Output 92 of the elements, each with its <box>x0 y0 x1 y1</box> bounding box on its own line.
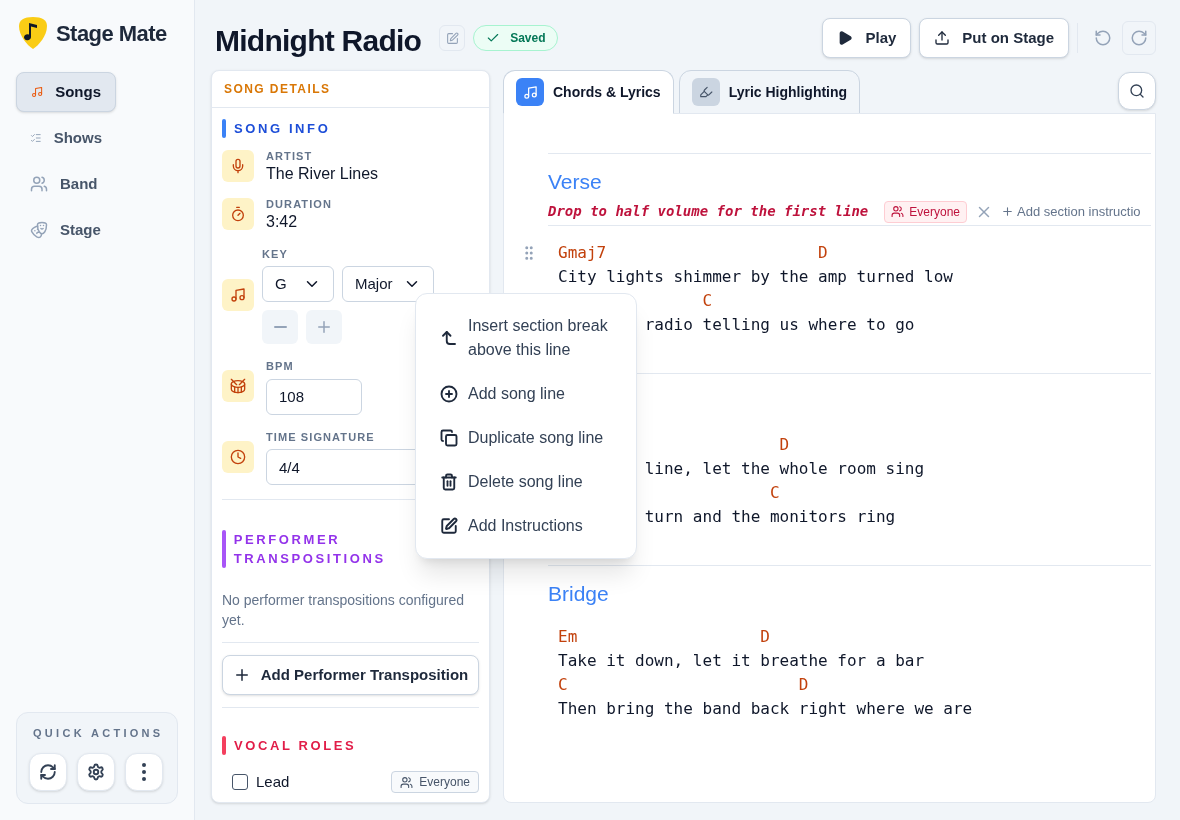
plus-icon <box>315 318 333 336</box>
search-button[interactable] <box>1118 72 1156 110</box>
search-icon <box>1129 83 1145 99</box>
minus-icon <box>273 326 287 328</box>
add-transposition-button[interactable]: Add Performer Transposition <box>222 655 479 695</box>
field-label: DURATION <box>266 197 333 212</box>
transpose-down-button[interactable] <box>262 310 298 344</box>
lyric-line: turn and the monitors ring <box>644 506 896 528</box>
section-heading: Bridge <box>548 581 609 607</box>
people-icon <box>400 775 414 789</box>
section-title: PERFORMER TRANSPOSITIONS <box>233 531 387 568</box>
add-section-instruction-link[interactable]: Add section instructio <box>1001 201 1141 222</box>
song-title: Midnight Radio <box>215 22 422 59</box>
menu-item[interactable]: Add song line <box>440 374 612 414</box>
stopwatch-icon <box>230 205 246 222</box>
section-title: SONG INFO <box>234 120 331 138</box>
settings-button[interactable] <box>77 753 115 791</box>
chord-line: C <box>702 290 713 312</box>
menu-item[interactable]: Add Instructions <box>440 506 612 546</box>
accent-bar <box>222 530 226 568</box>
settings-icon <box>87 763 105 781</box>
app-name: Stage Mate <box>56 19 167 48</box>
refresh-icon <box>39 763 57 781</box>
refresh-button[interactable] <box>29 753 67 791</box>
clock-icon <box>230 448 246 465</box>
put-on-stage-button[interactable]: Put on Stage <box>919 18 1069 58</box>
checkbox[interactable] <box>232 774 248 791</box>
key-select[interactable]: G <box>262 266 334 302</box>
plus-circle-icon <box>440 385 458 403</box>
copy-icon <box>440 429 458 447</box>
chord-line: C D <box>558 674 809 696</box>
card-title: SONG DETAILS <box>224 81 331 98</box>
tab[interactable]: Chords & Lyrics <box>503 70 674 114</box>
section-heading: Verse <box>548 169 602 195</box>
field-value: 3:42 <box>266 211 299 232</box>
transpose-up-button[interactable] <box>306 310 342 344</box>
card-title: QUICK ACTIONS <box>33 725 165 741</box>
lyric-line: Then bring the band back right where we are <box>558 698 973 720</box>
mode-select[interactable]: Major <box>342 266 434 302</box>
accent-bar <box>222 119 226 138</box>
lyric-line: City lights shimmer by the amp turned low <box>558 266 953 288</box>
field-value: The River Lines <box>266 163 379 184</box>
edit-icon <box>445 31 459 45</box>
highlighter-icon <box>691 78 720 106</box>
guitar-pick-logo-icon <box>18 16 48 50</box>
field-label: KEY <box>262 246 288 262</box>
field-input[interactable]: 108 <box>266 378 362 415</box>
chord-line: Gmaj7 D <box>558 242 828 264</box>
arrow-up-icon <box>440 329 458 347</box>
lyric-line: Take it down, let it breathe for a bar <box>558 650 925 672</box>
nav-item[interactable]: Band <box>16 164 116 204</box>
upload-icon <box>934 30 951 46</box>
field-label: BPM <box>266 359 294 374</box>
field-label: ARTIST <box>266 150 313 164</box>
assignee-badge: Everyone <box>391 771 479 794</box>
redo-icon <box>1130 29 1148 47</box>
accent-bar <box>222 736 226 755</box>
play-button[interactable]: Play <box>822 18 912 58</box>
field-label: TIME SIGNATURE <box>266 429 375 445</box>
nav-item[interactable]: Songs <box>16 72 116 112</box>
lyric-line: line, let the whole room sing <box>644 458 925 480</box>
masks-icon <box>30 221 48 239</box>
lyric-line: radio telling us where to go <box>644 314 915 336</box>
more-icon <box>142 763 146 781</box>
people-icon <box>30 175 48 193</box>
microphone-icon <box>230 158 246 174</box>
role-name: Lead <box>256 772 290 792</box>
saved-badge: Saved <box>473 25 559 51</box>
people-icon <box>891 205 905 218</box>
chord-line: Em D <box>558 626 770 648</box>
tab[interactable]: Lyric Highlighting <box>678 70 861 114</box>
edit-icon <box>440 517 458 535</box>
drum-icon <box>230 378 246 395</box>
section-instruction: Drop to half volume for the first line <box>548 202 869 221</box>
play-icon <box>837 30 854 46</box>
plus-icon <box>1001 205 1014 218</box>
undo-icon <box>1094 29 1112 47</box>
check-icon <box>486 31 501 45</box>
audience-badge: Everyone <box>884 200 967 223</box>
empty-message: No performer transpositions configured yet. <box>222 591 465 630</box>
menu-item[interactable]: Insert section break above this line <box>440 306 612 370</box>
nav-item[interactable]: Shows <box>16 118 116 158</box>
trash-icon <box>440 473 458 491</box>
music-note-icon <box>230 286 246 303</box>
edit-title-button[interactable] <box>439 25 466 51</box>
section-title: VOCAL ROLES <box>234 737 357 755</box>
chord-line: D <box>779 434 790 456</box>
nav-item[interactable]: Stage <box>16 210 116 250</box>
music-note-icon <box>516 78 544 106</box>
redo-button[interactable] <box>1122 21 1156 55</box>
more-button[interactable] <box>125 753 163 791</box>
chord-line: C <box>769 482 780 504</box>
